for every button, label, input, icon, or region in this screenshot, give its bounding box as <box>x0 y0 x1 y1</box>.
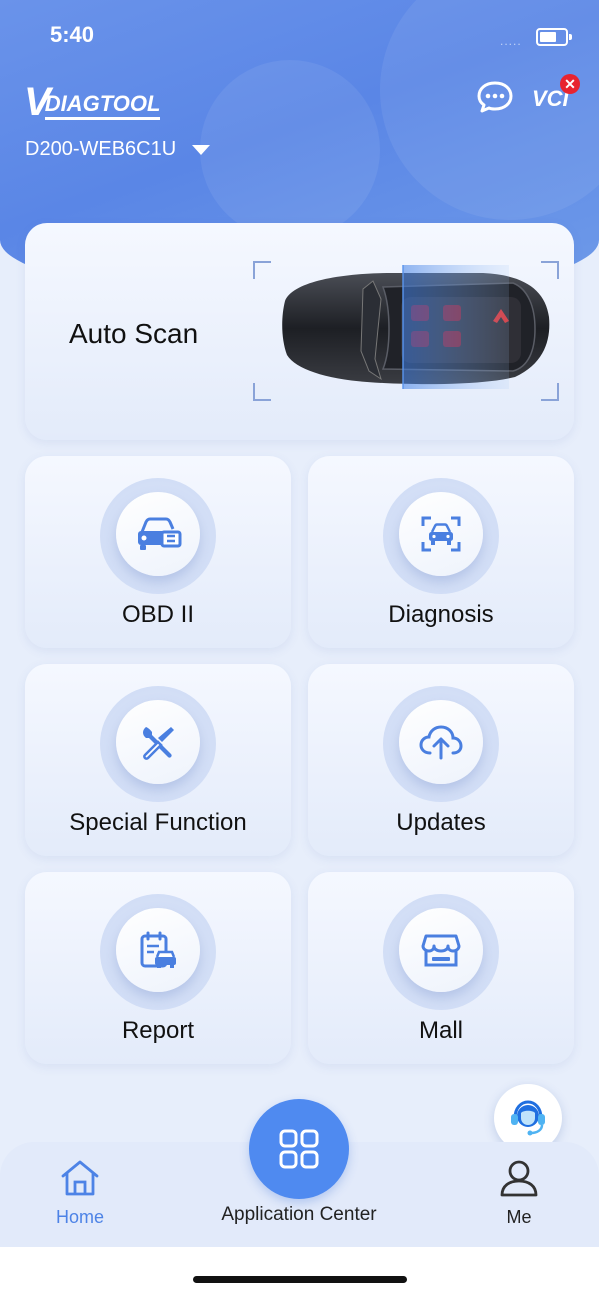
car-engine-icon <box>138 517 182 550</box>
tab-home-label: Home <box>55 1207 104 1227</box>
device-selector[interactable]: D200-WEB6C1U <box>25 138 211 161</box>
headset-support-icon <box>511 1100 545 1136</box>
tile-label: Diagnosis <box>388 601 494 628</box>
tab-me-label: Me <box>506 1207 532 1227</box>
store-icon <box>421 934 461 967</box>
vci-connection-button[interactable]: VCI ✕ <box>532 74 580 112</box>
cloud-upload-icon <box>419 725 463 760</box>
status-bar: 5:40 ..... <box>0 22 599 52</box>
tools-icon <box>143 727 174 760</box>
status-time: 5:40 <box>50 22 95 47</box>
home-indicator[interactable] <box>193 1276 407 1283</box>
chat-bubble-icon <box>477 81 513 113</box>
tile-label: Mall <box>418 1017 463 1044</box>
home-indicator-area <box>0 1247 599 1296</box>
tile-diagnosis[interactable]: Diagnosis <box>308 456 574 648</box>
car-scan-icon <box>421 516 461 552</box>
tile-mall[interactable]: Mall <box>308 872 574 1064</box>
battery-icon <box>536 28 572 46</box>
device-name: D200-WEB6C1U <box>25 138 177 160</box>
app-logo: V DIAGTOOL <box>24 76 161 122</box>
tile-updates[interactable]: Updates <box>308 664 574 856</box>
grid-apps-icon <box>279 1129 319 1169</box>
tile-label: Report <box>121 1017 195 1044</box>
disconnected-badge-icon: ✕ <box>560 74 580 94</box>
user-profile-icon <box>500 1160 538 1197</box>
tile-obd2[interactable]: OBD II <box>25 456 291 648</box>
application-center-button[interactable] <box>249 1099 349 1199</box>
caret-down-icon <box>192 144 211 155</box>
tile-special-function[interactable]: Special Function <box>25 664 291 856</box>
logo-text: DIAGTOOL <box>44 91 161 120</box>
tile-report[interactable]: Report <box>25 872 291 1064</box>
tab-me[interactable]: Me <box>480 1158 558 1228</box>
signal-indicator: ..... <box>500 34 522 48</box>
report-car-icon <box>140 931 176 968</box>
home-icon <box>61 1160 99 1196</box>
tile-label: OBD II <box>121 601 194 628</box>
tab-application-center-label[interactable]: Application Center <box>199 1204 399 1226</box>
auto-scan-card[interactable]: Auto Scan <box>25 223 574 440</box>
tile-label: Updates <box>396 809 486 836</box>
tile-label: Special Function <box>69 809 247 836</box>
auto-scan-label: Auto Scan <box>69 318 199 349</box>
car-image <box>282 265 550 389</box>
tab-home[interactable]: Home <box>40 1158 120 1228</box>
chat-button[interactable] <box>476 80 514 114</box>
